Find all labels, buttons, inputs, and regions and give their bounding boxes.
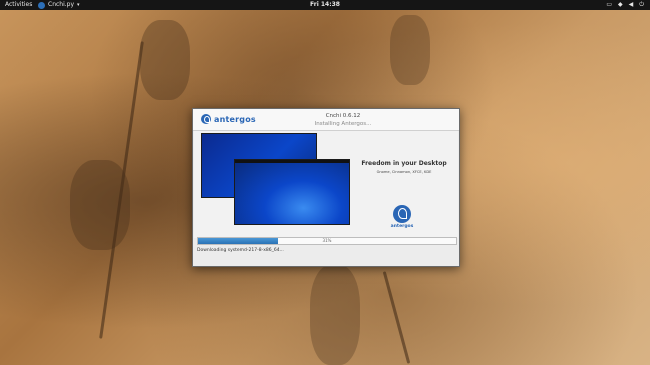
install-progress-bar: 31% bbox=[197, 237, 457, 245]
power-icon[interactable]: ⏻ bbox=[639, 0, 644, 10]
display-icon[interactable]: ▭ bbox=[606, 0, 612, 10]
background-plant-seedhead bbox=[390, 15, 430, 85]
app-menu[interactable]: Cnchi.py ▾ bbox=[38, 0, 80, 10]
system-tray[interactable]: ▭ ◆ ◀ ⏻ bbox=[606, 0, 644, 10]
window-title: Cnchi 0.6.12 bbox=[325, 113, 361, 119]
slide-logo-text: antergos bbox=[390, 224, 414, 229]
window-header[interactable]: antergos Cnchi 0.6.12 Installing Antergo… bbox=[193, 109, 459, 131]
app-menu-label: Cnchi.py bbox=[48, 1, 75, 8]
antergos-logo: antergos bbox=[201, 114, 256, 124]
installer-window: antergos Cnchi 0.6.12 Installing Antergo… bbox=[192, 108, 460, 267]
clock[interactable]: Fri 14:38 bbox=[310, 0, 340, 10]
desktop-screenshot-front bbox=[234, 159, 350, 225]
antergos-logo-icon bbox=[393, 205, 411, 223]
slide-description: Gnome, Cinnamon, XFCE, KDE bbox=[376, 170, 432, 174]
chevron-down-icon: ▾ bbox=[77, 2, 80, 8]
background-plant-seedhead bbox=[70, 160, 130, 250]
slide-logo: antergos bbox=[384, 205, 420, 229]
activities-button[interactable]: Activities bbox=[5, 0, 32, 10]
installer-slideshow: Freedom in your Desktop Gnome, Cinnamon,… bbox=[194, 131, 458, 238]
window-subtitle: Installing Antergos... bbox=[314, 121, 372, 127]
window-title-block: Cnchi 0.6.12 Installing Antergos... bbox=[293, 112, 393, 128]
background-plant-seedhead bbox=[310, 265, 360, 365]
antergos-logo-icon bbox=[201, 114, 211, 124]
status-text: Downloading systemd-217-8-x86_64... bbox=[197, 248, 284, 253]
progress-label: 31% bbox=[322, 238, 332, 243]
background-plant-seedhead bbox=[140, 20, 190, 100]
background-plant-stem bbox=[382, 271, 411, 364]
top-bar: Activities Cnchi.py ▾ Fri 14:38 ▭ ◆ ◀ ⏻ bbox=[0, 0, 650, 10]
volume-icon[interactable]: ◀ bbox=[629, 0, 634, 10]
slide-title: Freedom in your Desktop bbox=[361, 160, 447, 167]
cnchi-app-icon bbox=[38, 1, 45, 9]
logo-text: antergos bbox=[214, 114, 256, 124]
network-icon[interactable]: ◆ bbox=[618, 0, 623, 10]
